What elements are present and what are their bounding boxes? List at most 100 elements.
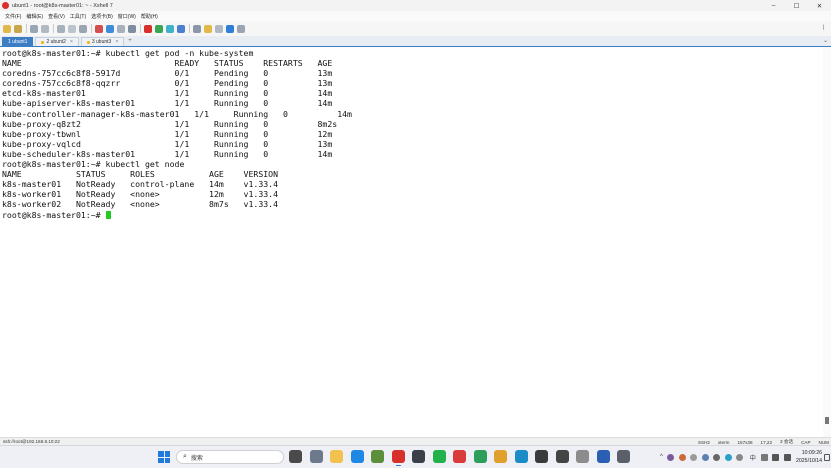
status-bar: ssh://root@192.168.8.10:22 SSH2 xterm 15…: [0, 437, 831, 445]
tab-label: 2 ubunt2: [46, 39, 66, 45]
clock[interactable]: 10:09:26 2025/10/14: [790, 449, 822, 465]
vscode-icon[interactable]: [350, 450, 364, 463]
windows-start-icon[interactable]: [158, 451, 170, 463]
compose-icon[interactable]: [204, 24, 212, 33]
find-icon[interactable]: [79, 24, 87, 33]
terminal-line: k8s-worker01 NotReady <none> 12m v1.33.4: [2, 189, 279, 200]
menu-tools[interactable]: 工具(T): [70, 13, 86, 20]
tab-ubunt3[interactable]: 3 ubunt3 ×: [80, 37, 125, 46]
tray-app-icon[interactable]: [690, 454, 698, 461]
terminal-line: kube-scheduler-k8s-master01 1/1 Running …: [2, 148, 333, 159]
close-button[interactable]: ✕: [808, 0, 831, 11]
word-icon[interactable]: [596, 450, 610, 463]
status-size: 157x38: [737, 439, 753, 445]
script-icon[interactable]: [128, 24, 136, 33]
terminal-icon[interactable]: [371, 450, 384, 463]
toolbar-overflow-icon[interactable]: ⟩: [819, 24, 828, 33]
notification-icon[interactable]: [824, 454, 830, 461]
tray-expand-icon[interactable]: ^: [660, 454, 663, 461]
terminal-prompt: root@k8s-master01:~#: [2, 209, 106, 220]
xftp-green-icon[interactable]: [155, 24, 163, 33]
window-title: ubunt1 - root@k8s-master01: ~ - Xshell 7: [12, 2, 113, 9]
status-protocol: SSH2: [697, 439, 710, 445]
xftp-icon[interactable]: [144, 24, 152, 33]
wifi-icon[interactable]: [772, 454, 780, 461]
tray-app-icon[interactable]: [713, 454, 721, 461]
wps-icon[interactable]: [453, 450, 466, 463]
tab-list-icon[interactable]: ⌄: [823, 37, 828, 44]
layout-icon[interactable]: [215, 24, 223, 33]
menu-edit[interactable]: 编辑(E): [26, 13, 43, 20]
xshell-icon[interactable]: [391, 450, 405, 466]
minimize-button[interactable]: –: [762, 0, 785, 11]
menu-view[interactable]: 查看(V): [48, 13, 65, 20]
terminal-cursor: [105, 210, 111, 219]
terminal-line: NAME READY STATUS RESTARTS AGE: [2, 58, 333, 69]
expand-icon[interactable]: [166, 24, 174, 33]
toolbar-divider: [26, 24, 27, 33]
toolbar: ⟩: [0, 21, 831, 36]
globe-icon[interactable]: [106, 24, 114, 33]
settings-icon[interactable]: [309, 450, 323, 463]
connection-info: ssh://root@192.168.8.10:22: [3, 439, 60, 444]
tray-app-icon[interactable]: [724, 454, 732, 461]
help-icon[interactable]: [226, 24, 234, 33]
terminal-line: kube-proxy-q8zt2 1/1 Running 0 8m2s: [2, 118, 338, 129]
terminal-line: kube-apiserver-k8s-master01 1/1 Running …: [2, 98, 333, 109]
disconnect-icon[interactable]: [41, 24, 49, 33]
input-language[interactable]: 中: [750, 453, 756, 462]
add-tab-icon[interactable]: +: [128, 37, 132, 46]
chat-icon[interactable]: [432, 450, 446, 463]
dark-app-icon[interactable]: [535, 450, 548, 463]
monitor-icon[interactable]: [412, 450, 425, 463]
menu-file[interactable]: 文件(F): [5, 13, 21, 20]
cube-app-icon[interactable]: [555, 450, 569, 463]
tray-app-icon[interactable]: [678, 454, 686, 461]
menu-tabs[interactable]: 选项卡(B): [91, 13, 113, 20]
open-folder-icon[interactable]: [14, 24, 22, 33]
status-num: NUM: [818, 439, 829, 445]
status-dot-icon: [86, 40, 90, 44]
terminal-scrollbar[interactable]: [823, 47, 831, 437]
options-icon[interactable]: [237, 24, 245, 33]
tray-app-icon[interactable]: [701, 454, 709, 461]
close-tab-icon[interactable]: ×: [70, 39, 73, 45]
tray-app-icon[interactable]: [736, 454, 744, 461]
taskbar-search[interactable]: ⌕ 搜索: [176, 450, 284, 464]
keyboard-icon[interactable]: [193, 24, 201, 33]
tab-ubunt2[interactable]: 2 ubunt2 ×: [35, 37, 79, 46]
terminal-output: root@k8s-master01:~# kubectl get pod -n …: [2, 48, 823, 220]
terminal-line: k8s-master01 NotReady control-plane 14m …: [2, 179, 279, 190]
tab-label: 1 ubunt1: [8, 39, 28, 45]
taskbar: ⌕ 搜索 ^ 中 10:09:26 2025/10/14: [0, 445, 831, 468]
tab-ubunt1[interactable]: 1 ubunt1: [2, 37, 34, 46]
vm-app-icon[interactable]: [617, 450, 630, 463]
chrome-icon[interactable]: [494, 450, 507, 463]
terminal-line: coredns-757cc6c8f8-5917d 0/1 Pending 0 1…: [2, 68, 333, 79]
font-icon[interactable]: [117, 24, 125, 33]
new-session-icon[interactable]: [3, 24, 11, 33]
maximize-button[interactable]: ☐: [785, 0, 808, 11]
menu-window[interactable]: 窗口(W): [118, 13, 136, 20]
terminal-line: etcd-k8s-master01 1/1 Running 0 14m: [2, 88, 333, 99]
new-transfer-icon[interactable]: [95, 24, 103, 33]
terminal-area[interactable]: root@k8s-master01:~# kubectl get pod -n …: [0, 47, 823, 437]
terminal-line: root@k8s-master01:~# kubectl get pod -n …: [2, 48, 254, 58]
tray-app-icon[interactable]: [667, 454, 675, 461]
close-tab-icon[interactable]: ×: [115, 39, 118, 45]
reconnect-icon[interactable]: [30, 24, 38, 33]
keyboard-icon[interactable]: [760, 454, 768, 461]
status-caps: CAP: [801, 439, 811, 445]
paste-icon[interactable]: [68, 24, 76, 33]
menu-help[interactable]: 帮助(H): [141, 13, 158, 20]
edge-icon[interactable]: [514, 450, 528, 463]
search-icon: ⌕: [183, 453, 187, 460]
scrollbar-thumb[interactable]: [825, 417, 829, 424]
mouse-app-icon[interactable]: [576, 450, 589, 463]
lock-icon[interactable]: [177, 24, 185, 33]
status-dot-icon: [41, 40, 45, 44]
green-app-icon[interactable]: [473, 450, 487, 463]
file-explorer-icon[interactable]: [330, 450, 343, 463]
copy-icon[interactable]: [57, 24, 65, 33]
task-view-icon[interactable]: [289, 450, 302, 463]
